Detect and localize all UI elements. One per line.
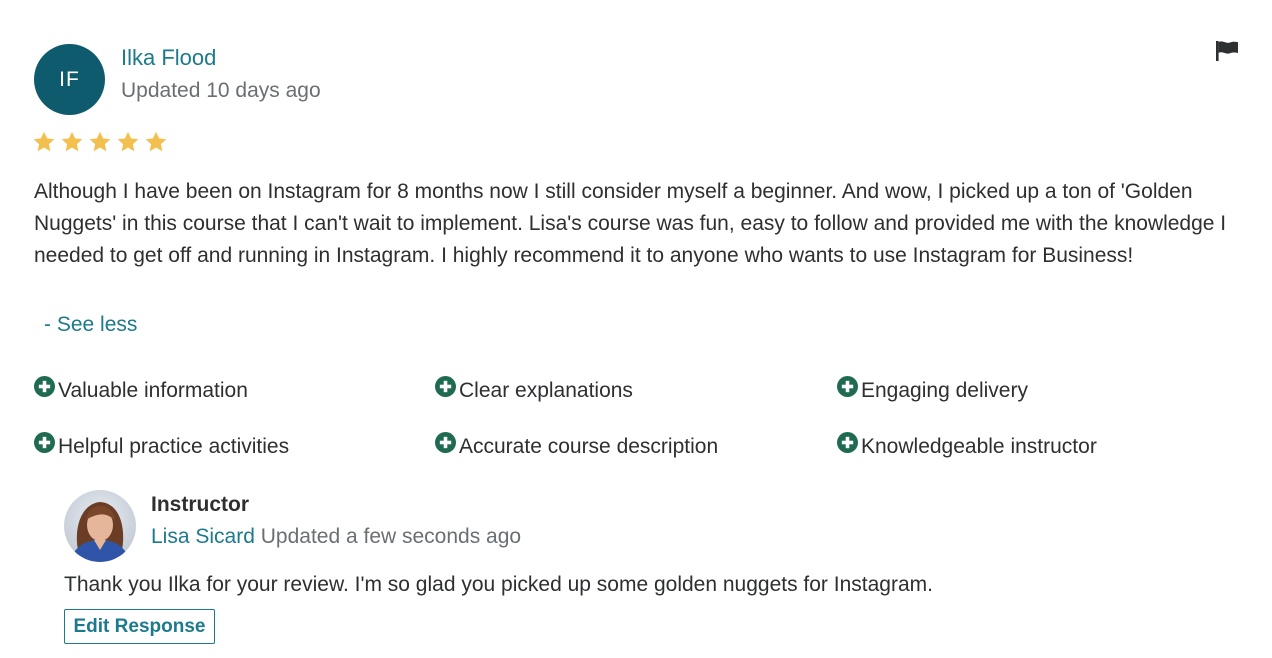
edit-response-button[interactable]: Edit Response (64, 609, 215, 644)
review-tag-label: Knowledgeable instructor (861, 434, 1097, 458)
star-icon (60, 130, 84, 159)
reviewer-avatar-initials: IF (59, 67, 80, 91)
star-icon (116, 130, 140, 159)
see-less-link[interactable]: - See less (44, 311, 137, 339)
reviewer-avatar: IF (34, 44, 105, 115)
rating-stars (32, 130, 168, 159)
review-tag: Engaging delivery (837, 376, 1028, 405)
review-tag-label: Accurate course description (459, 434, 719, 458)
review-tag-label: Helpful practice activities (58, 434, 290, 458)
plus-circle-icon (435, 376, 459, 405)
review-tag: Clear explanations (435, 376, 633, 405)
review-tag: Knowledgeable instructor (837, 432, 1097, 461)
response-text: Thank you Ilka for your review. I'm so g… (64, 573, 933, 596)
review-tag: Helpful practice activities (34, 432, 289, 461)
star-icon (144, 130, 168, 159)
review-text: Although I have been on Instagram for 8 … (34, 180, 1227, 267)
response-updated-time: Updated a few seconds ago (260, 525, 522, 548)
review-tag: Valuable information (34, 376, 248, 405)
plus-circle-icon (34, 376, 58, 405)
instructor-name[interactable]: Lisa Sicard (151, 525, 255, 548)
review-updated-time: Updated 10 days ago (121, 79, 321, 102)
instructor-role-label: Instructor (151, 493, 250, 516)
plus-circle-icon (435, 432, 459, 461)
review-tag: Accurate course description (435, 432, 718, 461)
review-tag-label: Valuable information (58, 378, 248, 402)
review-tag-label: Engaging delivery (861, 378, 1028, 402)
plus-circle-icon (34, 432, 58, 461)
plus-circle-icon (837, 376, 861, 405)
reviewer-name[interactable]: Ilka Flood (121, 44, 216, 72)
instructor-avatar (64, 490, 136, 562)
star-icon (32, 130, 56, 159)
flag-icon[interactable] (1214, 40, 1240, 62)
instructor-meta: Lisa Sicard Updated a few seconds ago (151, 523, 521, 551)
review-tag-label: Clear explanations (459, 378, 633, 402)
star-icon (88, 130, 112, 159)
plus-circle-icon (837, 432, 861, 461)
